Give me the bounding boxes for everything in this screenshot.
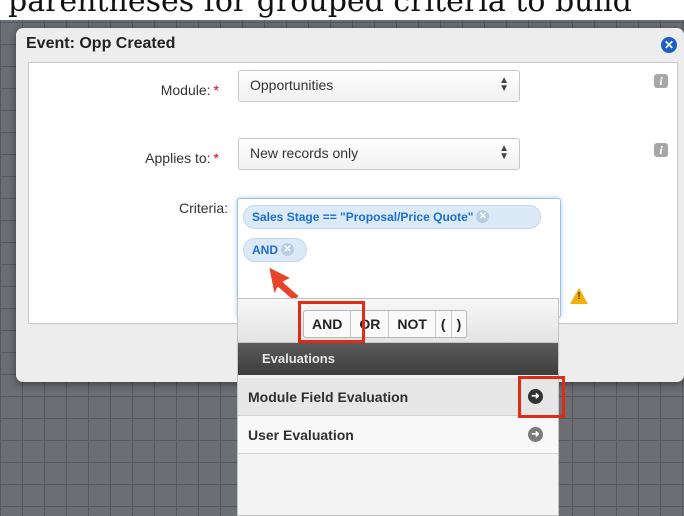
module-info-icon[interactable]: i — [654, 74, 668, 88]
required-mark: * — [213, 150, 219, 166]
select-arrows-icon: ▲ ▼ — [499, 75, 509, 94]
open-paren-button[interactable]: ( — [436, 311, 452, 337]
applies-to-value: New records only — [250, 145, 359, 161]
evaluations-header: Evaluations — [238, 343, 558, 375]
page-caption: parentheses for grouped criteria to buil… — [0, 0, 684, 20]
select-arrows-icon: ▲ ▼ — [499, 143, 509, 162]
user-evaluation-item[interactable]: User Evaluation ➜ — [238, 416, 558, 454]
module-field-evaluation-item[interactable]: Module Field Evaluation ➜ — [238, 378, 558, 416]
caption-text: parentheses for grouped criteria to buil… — [8, 0, 632, 19]
operator-and-button[interactable]: AND — [304, 311, 352, 337]
operator-or-button[interactable]: OR — [351, 311, 390, 337]
operator-group: AND OR NOT ( ) — [303, 310, 468, 338]
operator-not-button[interactable]: NOT — [389, 311, 436, 337]
module-label: Module: * — [160, 82, 219, 98]
dialog-title: Event: Opp Created — [26, 35, 176, 52]
operator-toolbar: AND OR NOT ( ) — [238, 299, 558, 343]
applies-to-label: Applies to: * — [145, 150, 219, 166]
module-value: Opportunities — [250, 77, 334, 93]
dialog-header: Event: Opp Created ✕ — [16, 28, 684, 60]
criteria-pill-sales-stage[interactable]: Sales Stage == "Proposal/Price Quote" ✕ — [243, 205, 541, 229]
criteria-label: Criteria: — [178, 200, 228, 216]
close-icon[interactable]: ✕ — [661, 37, 677, 53]
remove-pill-icon[interactable]: ✕ — [281, 243, 294, 257]
required-mark: * — [213, 82, 219, 98]
remove-pill-icon[interactable]: ✕ — [476, 210, 490, 224]
criteria-pill-and[interactable]: AND ✕ — [243, 238, 307, 262]
applies-to-select[interactable]: New records only ▲ ▼ — [238, 138, 520, 170]
criteria-dropdown: AND OR NOT ( ) Evaluations Module Field … — [237, 298, 559, 516]
applies-to-info-icon[interactable]: i — [654, 143, 668, 157]
module-select[interactable]: Opportunities ▲ ▼ — [238, 70, 520, 102]
arrow-right-icon[interactable]: ➜ — [528, 427, 543, 442]
close-paren-button[interactable]: ) — [452, 311, 467, 337]
arrow-right-icon[interactable]: ➜ — [528, 389, 543, 404]
